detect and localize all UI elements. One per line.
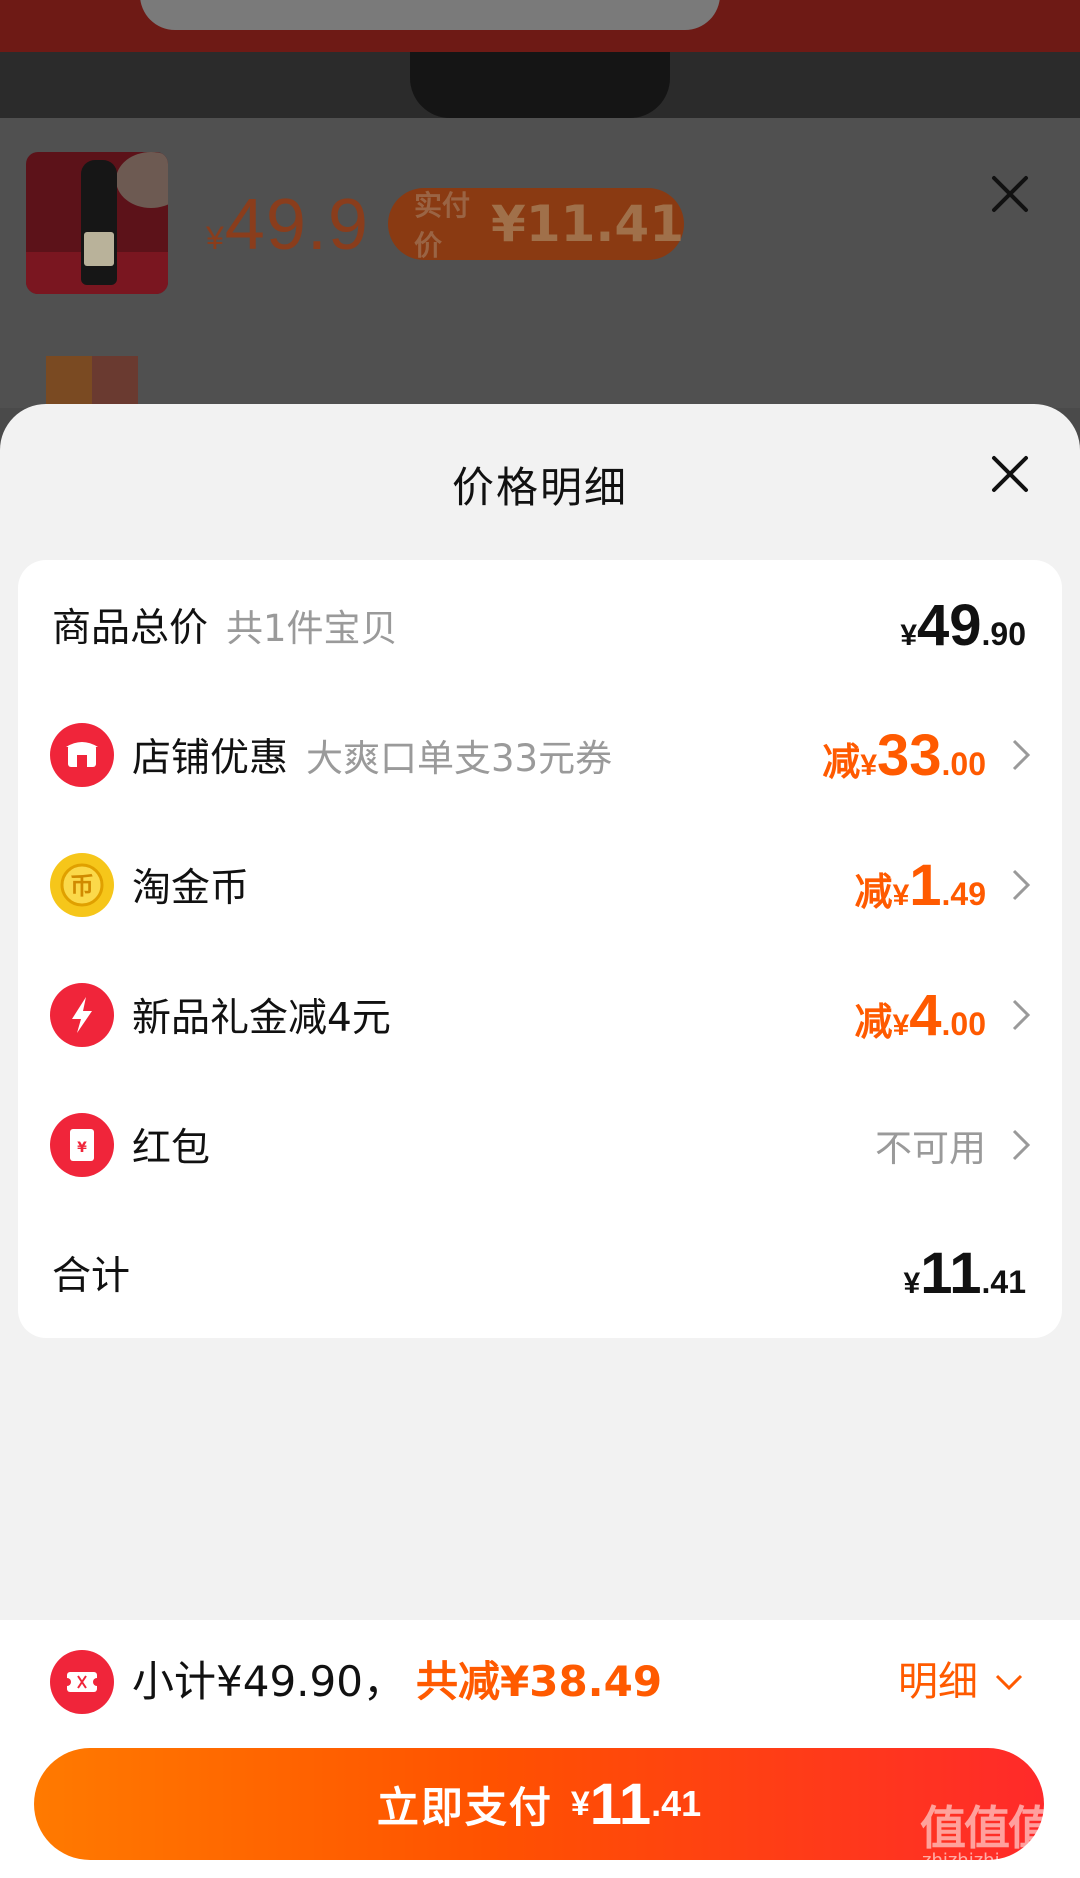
red-envelope-icon: ¥ [50, 1113, 114, 1177]
gift-discount-row[interactable]: 新品礼金减4元 减 ¥4.00 [18, 950, 1062, 1080]
sheet-title: 价格明细 [451, 463, 628, 512]
coin-icon: 币 [50, 853, 114, 917]
shop-discount-amount: 减 ¥33.00 [822, 722, 986, 788]
shop-icon [50, 723, 114, 787]
total-label: 合计 [52, 1254, 131, 1299]
product-thumbnail [26, 152, 168, 294]
shop-discount-row[interactable]: 店铺优惠 大爽口单支33元券 减 ¥33.00 [18, 690, 1062, 820]
background-close-icon [992, 176, 1028, 212]
red-packet-label: 红包 [132, 1126, 211, 1171]
chevron-down-icon [995, 1674, 1023, 1691]
pay-amount-int: 11 [589, 1771, 652, 1837]
goods-count: 共1件宝贝 [226, 607, 398, 650]
ticket-icon [50, 1650, 114, 1714]
svg-text:¥: ¥ [77, 1140, 87, 1156]
shop-discount-label: 店铺优惠 [132, 736, 289, 781]
price-detail-card: 商品总价 共1件宝贝 ¥49.90 店铺优惠 大爽口单支33元券 减 ¥33.00… [18, 560, 1062, 1338]
watermark: 值值值 [920, 1801, 1054, 1855]
lightning-icon [50, 983, 114, 1047]
coin-discount-row[interactable]: 币 淘金币 减 ¥1.49 [18, 820, 1062, 950]
gift-discount-amount: 减 ¥4.00 [854, 982, 986, 1048]
goods-total-row: 商品总价 共1件宝贝 ¥49.90 [18, 560, 1062, 690]
total-row: 合计 ¥11.41 [18, 1208, 1062, 1338]
chevron-right-icon [1012, 999, 1031, 1031]
actual-pay-badge: 实付价 ¥11.41 [388, 188, 684, 262]
detail-label: 明细 [898, 1659, 978, 1705]
chevron-right-icon [1012, 1129, 1031, 1161]
svg-text:币: 币 [70, 872, 94, 900]
total-amount: ¥11.41 [903, 1240, 1027, 1306]
background-bottle [410, 52, 670, 118]
background-search-bar [140, 0, 720, 30]
pay-now-button[interactable]: 立即支付 ¥11.41 [34, 1748, 1044, 1860]
chevron-right-icon [1012, 739, 1031, 771]
red-packet-status: 不可用 [875, 1127, 986, 1170]
coin-discount-label: 淘金币 [132, 866, 250, 911]
detail-toggle[interactable]: 明细 [898, 1650, 1024, 1714]
pay-now-label: 立即支付 [376, 1782, 553, 1832]
subtotal-text: 小计¥49.90， [132, 1657, 405, 1706]
close-icon[interactable] [988, 452, 1032, 496]
product-price: ¥49.9 [206, 185, 369, 265]
gift-discount-label: 新品礼金减4元 [132, 996, 391, 1041]
watermark-url: zhizhizhi.com [922, 1850, 1044, 1871]
checkout-bar: 小计¥49.90， 共减¥38.49 明细 立即支付 ¥11.41 [0, 1620, 1080, 1878]
red-packet-row[interactable]: ¥ 红包 不可用 [18, 1080, 1062, 1210]
total-saving-text: 共减¥38.49 [416, 1657, 663, 1706]
goods-total-amount: ¥49.90 [900, 592, 1026, 658]
pay-yen: ¥ [570, 1784, 590, 1823]
coin-discount-amount: 减 ¥1.49 [854, 852, 986, 918]
chevron-right-icon [1012, 869, 1031, 901]
goods-total-label: 商品总价 [52, 606, 209, 651]
pay-amount-dec: .41 [651, 1783, 702, 1824]
shop-coupon-name: 大爽口单支33元券 [306, 737, 613, 780]
